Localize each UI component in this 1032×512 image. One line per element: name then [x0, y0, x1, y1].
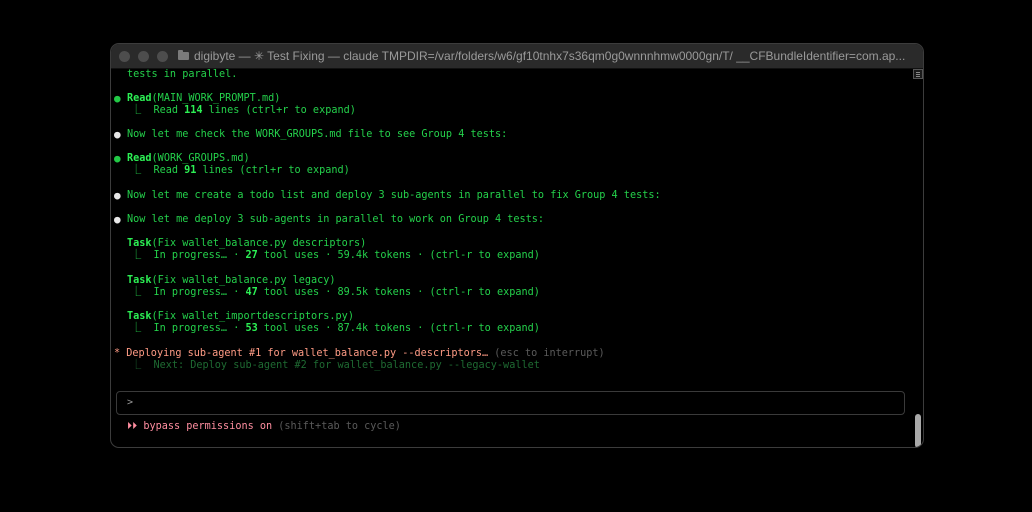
close-button[interactable] [119, 50, 130, 62]
bullet-icon: ● [114, 128, 121, 141]
window-title: digibyte — ✳ Test Fixing — claude TMPDIR… [193, 49, 906, 63]
task-progress: ⎿ In progress… · 47 tool uses · 89.5k to… [131, 287, 540, 298]
tool-call-read: Read(MAIN_WORK_PROMPT.md) [127, 93, 281, 104]
title-bar[interactable]: digibyte — ✳ Test Fixing — claude TMPDIR… [111, 44, 923, 69]
tool-call-task: Task(Fix wallet_balance.py descriptors) [127, 238, 367, 249]
bullet-icon: ● [114, 92, 121, 105]
window-controls [119, 50, 168, 62]
tool-call-read: Read(WORK_GROUPS.md) [127, 153, 250, 164]
zoom-button[interactable] [157, 50, 168, 62]
bullet-icon: ● [114, 189, 121, 202]
folder-icon [178, 50, 189, 60]
assistant-message: Now let me deploy 3 sub-agents in parall… [127, 214, 545, 225]
mode-indicator: ⏵⏵ bypass permissions on (shift+tab to c… [127, 421, 401, 432]
output-line: tests in parallel. [127, 69, 238, 80]
tool-call-task: Task(Fix wallet_balance.py legacy) [127, 275, 336, 286]
status-line: * Deploying sub-agent #1 for wallet_bala… [114, 348, 605, 359]
prompt-symbol: > [127, 397, 134, 408]
next-step-line: ⎿ Next: Deploy sub-agent #2 for wallet_b… [131, 360, 540, 371]
scroll-menu-icon[interactable] [913, 69, 923, 79]
minimize-button[interactable] [138, 50, 149, 62]
terminal-output[interactable]: tests in parallel. ● Read(MAIN_WORK_PROM… [111, 69, 911, 447]
scrollbar[interactable] [913, 80, 923, 447]
terminal-window: digibyte — ✳ Test Fixing — claude TMPDIR… [110, 43, 924, 448]
task-progress: ⎿ In progress… · 27 tool uses · 59.4k to… [131, 250, 540, 261]
tool-result: ⎿ Read 91 lines (ctrl+r to expand) [131, 165, 350, 176]
tool-call-task: Task(Fix wallet_importdescriptors.py) [127, 311, 354, 322]
scrollbar-thumb[interactable] [915, 414, 921, 447]
mode-arrows-icon: ⏵⏵ [127, 421, 138, 432]
prompt-input[interactable]: > [116, 391, 905, 415]
tool-result: ⎿ Read 114 lines (ctrl+r to expand) [131, 105, 356, 116]
task-progress: ⎿ In progress… · 53 tool uses · 87.4k to… [131, 323, 540, 334]
bullet-icon: ● [114, 152, 121, 165]
bullet-icon: ● [114, 213, 121, 226]
assistant-message: Now let me create a todo list and deploy… [127, 190, 661, 201]
assistant-message: Now let me check the WORK_GROUPS.md file… [127, 129, 508, 140]
